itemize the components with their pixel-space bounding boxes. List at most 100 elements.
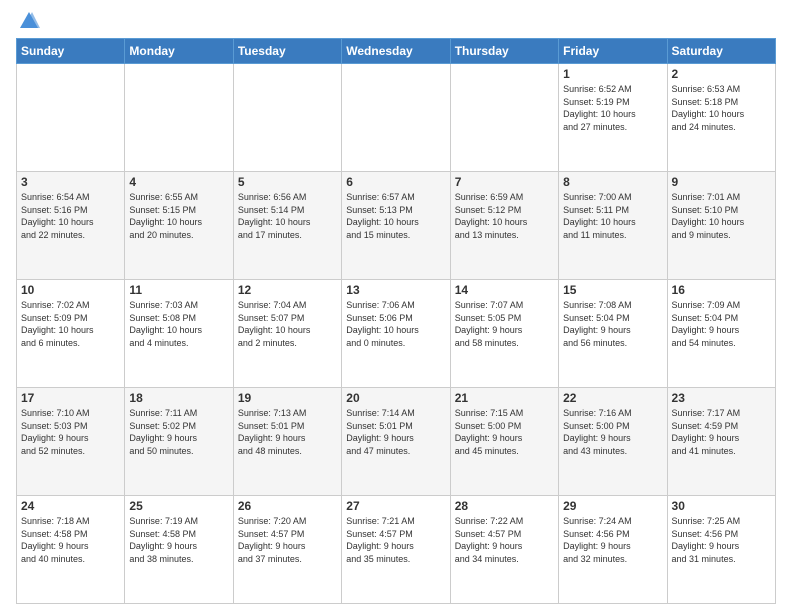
calendar-cell: 20 Sunrise: 7:14 AM Sunset: 5:01 PM Dayli… [342,388,450,496]
day-number: 11 [129,283,228,297]
calendar-cell: 15Sunrise: 7:08 AM Sunset: 5:04 PM Dayli… [559,280,667,388]
calendar-cell: 1 Sunrise: 6:52 AM Sunset: 5:19 PM Daylig… [559,64,667,172]
day-info: Sunrise: 6:56 AM Sunset: 5:14 PM Dayligh… [238,191,337,241]
day-number: 21 [455,391,554,405]
day-number: 20 [346,391,445,405]
calendar-cell: 8 Sunrise: 7:00 AM Sunset: 5:11 PM Daylig… [559,172,667,280]
day-number: 27 [346,499,445,513]
day-info: Sunrise: 7:13 AM Sunset: 5:01 PM Dayligh… [238,407,337,457]
day-number: 2 [672,67,771,81]
calendar-cell: 25 Sunrise: 7:19 AM Sunset: 4:58 PM Dayli… [125,496,233,604]
day-number: 8 [563,175,662,189]
day-number: 4 [129,175,228,189]
calendar-cell: 10 Sunrise: 7:02 AM Sunset: 5:09 PM Dayli… [17,280,125,388]
calendar-cell: 6 Sunrise: 6:57 AM Sunset: 5:13 PM Daylig… [342,172,450,280]
day-number: 13 [346,283,445,297]
day-info: Sunrise: 7:11 AM Sunset: 5:02 PM Dayligh… [129,407,228,457]
day-info: Sunrise: 7:22 AM Sunset: 4:57 PM Dayligh… [455,515,554,565]
day-info: Sunrise: 7:17 AM Sunset: 4:59 PM Dayligh… [672,407,771,457]
day-number: 3 [21,175,120,189]
week-row-1: 1 Sunrise: 6:52 AM Sunset: 5:19 PM Daylig… [17,64,776,172]
weekday-header-wednesday: Wednesday [342,39,450,64]
day-info: Sunrise: 7:09 AM Sunset: 5:04 PM Dayligh… [672,299,771,349]
calendar-cell: 11 Sunrise: 7:03 AM Sunset: 5:08 PM Dayli… [125,280,233,388]
day-info: Sunrise: 7:06 AM Sunset: 5:06 PM Dayligh… [346,299,445,349]
calendar-cell: 13 Sunrise: 7:06 AM Sunset: 5:06 PM Dayli… [342,280,450,388]
day-number: 18 [129,391,228,405]
calendar-cell: 2 Sunrise: 6:53 AM Sunset: 5:18 PM Daylig… [667,64,775,172]
day-info: Sunrise: 7:24 AM Sunset: 4:56 PM Dayligh… [563,515,662,565]
day-info: Sunrise: 6:59 AM Sunset: 5:12 PM Dayligh… [455,191,554,241]
calendar-cell: 14 Sunrise: 7:07 AM Sunset: 5:05 PM Dayli… [450,280,558,388]
week-row-5: 24Sunrise: 7:18 AM Sunset: 4:58 PM Dayli… [17,496,776,604]
day-info: Sunrise: 7:16 AM Sunset: 5:00 PM Dayligh… [563,407,662,457]
calendar-cell: 27Sunrise: 7:21 AM Sunset: 4:57 PM Dayli… [342,496,450,604]
week-row-4: 17Sunrise: 7:10 AM Sunset: 5:03 PM Dayli… [17,388,776,496]
day-info: Sunrise: 7:03 AM Sunset: 5:08 PM Dayligh… [129,299,228,349]
week-row-3: 10 Sunrise: 7:02 AM Sunset: 5:09 PM Dayli… [17,280,776,388]
day-info: Sunrise: 7:00 AM Sunset: 5:11 PM Dayligh… [563,191,662,241]
day-number: 25 [129,499,228,513]
day-info: Sunrise: 7:04 AM Sunset: 5:07 PM Dayligh… [238,299,337,349]
weekday-header-thursday: Thursday [450,39,558,64]
day-number: 16 [672,283,771,297]
weekday-header-monday: Monday [125,39,233,64]
day-info: Sunrise: 6:53 AM Sunset: 5:18 PM Dayligh… [672,83,771,133]
day-number: 6 [346,175,445,189]
calendar-cell: 28 Sunrise: 7:22 AM Sunset: 4:57 PM Dayli… [450,496,558,604]
day-info: Sunrise: 7:19 AM Sunset: 4:58 PM Dayligh… [129,515,228,565]
day-number: 29 [563,499,662,513]
day-number: 28 [455,499,554,513]
calendar-cell: 23 Sunrise: 7:17 AM Sunset: 4:59 PM Dayli… [667,388,775,496]
day-info: Sunrise: 7:01 AM Sunset: 5:10 PM Dayligh… [672,191,771,241]
day-info: Sunrise: 7:14 AM Sunset: 5:01 PM Dayligh… [346,407,445,457]
logo [16,12,40,30]
calendar-cell [233,64,341,172]
day-info: Sunrise: 7:25 AM Sunset: 4:56 PM Dayligh… [672,515,771,565]
day-info: Sunrise: 7:20 AM Sunset: 4:57 PM Dayligh… [238,515,337,565]
calendar-cell [125,64,233,172]
day-number: 7 [455,175,554,189]
day-info: Sunrise: 7:07 AM Sunset: 5:05 PM Dayligh… [455,299,554,349]
day-number: 22 [563,391,662,405]
day-number: 12 [238,283,337,297]
day-number: 30 [672,499,771,513]
calendar-cell [17,64,125,172]
day-info: Sunrise: 6:52 AM Sunset: 5:19 PM Dayligh… [563,83,662,133]
weekday-header-friday: Friday [559,39,667,64]
calendar-cell: 22 Sunrise: 7:16 AM Sunset: 5:00 PM Dayli… [559,388,667,496]
day-number: 5 [238,175,337,189]
day-info: Sunrise: 6:57 AM Sunset: 5:13 PM Dayligh… [346,191,445,241]
day-number: 19 [238,391,337,405]
calendar-cell: 24Sunrise: 7:18 AM Sunset: 4:58 PM Dayli… [17,496,125,604]
calendar: SundayMondayTuesdayWednesdayThursdayFrid… [16,38,776,604]
day-number: 1 [563,67,662,81]
calendar-cell: 9Sunrise: 7:01 AM Sunset: 5:10 PM Daylig… [667,172,775,280]
calendar-cell: 21Sunrise: 7:15 AM Sunset: 5:00 PM Dayli… [450,388,558,496]
calendar-cell: 7 Sunrise: 6:59 AM Sunset: 5:12 PM Daylig… [450,172,558,280]
calendar-cell: 4 Sunrise: 6:55 AM Sunset: 5:15 PM Daylig… [125,172,233,280]
weekday-header-sunday: Sunday [17,39,125,64]
calendar-cell: 17Sunrise: 7:10 AM Sunset: 5:03 PM Dayli… [17,388,125,496]
day-info: Sunrise: 7:02 AM Sunset: 5:09 PM Dayligh… [21,299,120,349]
calendar-cell: 26Sunrise: 7:20 AM Sunset: 4:57 PM Dayli… [233,496,341,604]
calendar-cell [450,64,558,172]
page: SundayMondayTuesdayWednesdayThursdayFrid… [0,0,792,612]
weekday-header-row: SundayMondayTuesdayWednesdayThursdayFrid… [17,39,776,64]
calendar-cell: 5 Sunrise: 6:56 AM Sunset: 5:14 PM Daylig… [233,172,341,280]
calendar-cell [342,64,450,172]
logo-icon [18,10,40,32]
calendar-cell: 30 Sunrise: 7:25 AM Sunset: 4:56 PM Dayli… [667,496,775,604]
day-number: 23 [672,391,771,405]
calendar-cell: 19 Sunrise: 7:13 AM Sunset: 5:01 PM Dayli… [233,388,341,496]
day-number: 14 [455,283,554,297]
day-info: Sunrise: 6:55 AM Sunset: 5:15 PM Dayligh… [129,191,228,241]
header [16,12,776,30]
day-info: Sunrise: 7:10 AM Sunset: 5:03 PM Dayligh… [21,407,120,457]
weekday-header-saturday: Saturday [667,39,775,64]
calendar-cell: 18 Sunrise: 7:11 AM Sunset: 5:02 PM Dayli… [125,388,233,496]
day-number: 15 [563,283,662,297]
day-info: Sunrise: 7:18 AM Sunset: 4:58 PM Dayligh… [21,515,120,565]
week-row-2: 3Sunrise: 6:54 AM Sunset: 5:16 PM Daylig… [17,172,776,280]
day-number: 10 [21,283,120,297]
